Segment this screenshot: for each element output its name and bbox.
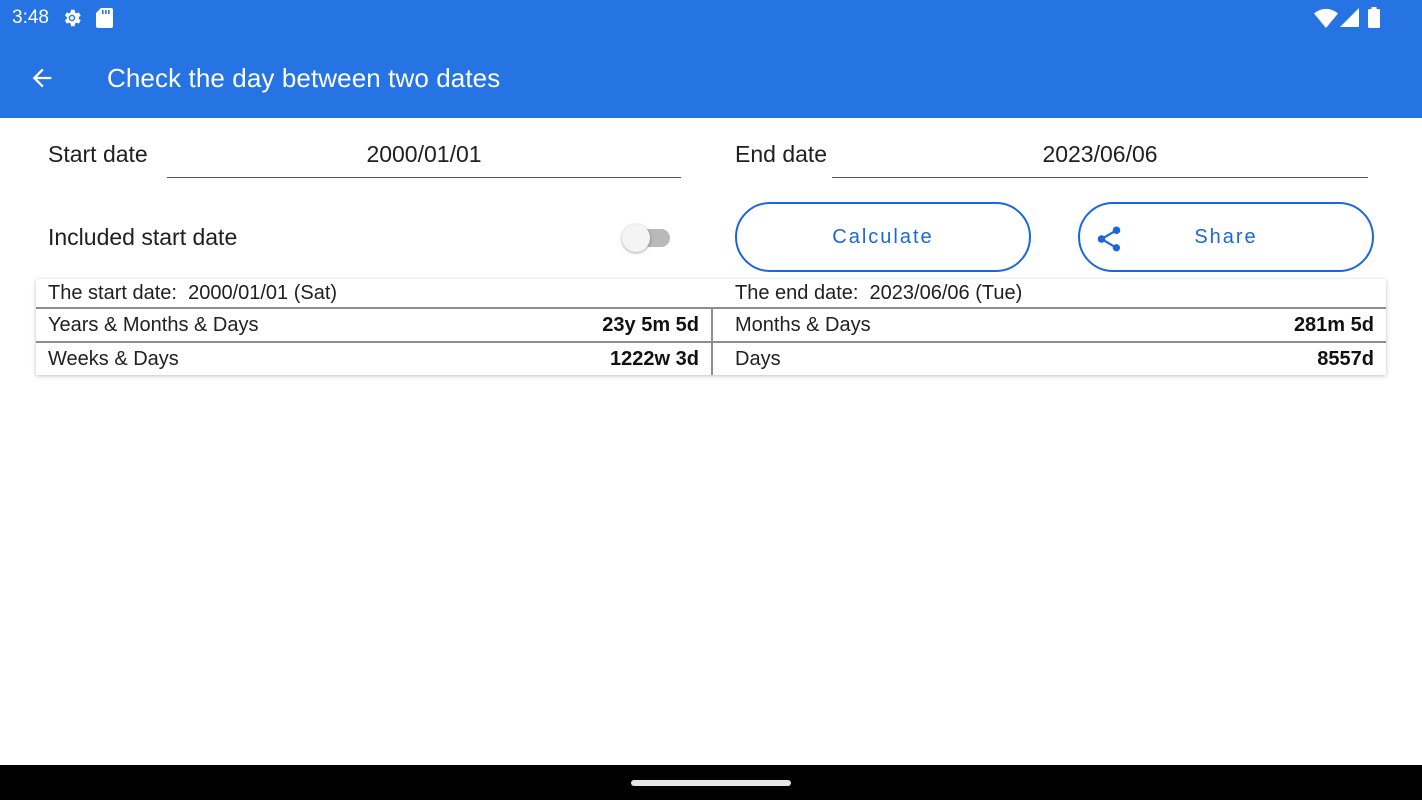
years-months-days-label: Years & Months & Days (48, 314, 259, 336)
navigation-bar (0, 765, 1422, 800)
results-table: The start date: 2000/01/01 (Sat) The end… (36, 279, 1386, 375)
arrow-left-icon (32, 68, 52, 88)
months-days-value: 281m 5d (1293, 314, 1374, 336)
included-start-date-label: Included start date (48, 224, 238, 250)
table-cell: Weeks & Days 1222w 3d (36, 343, 711, 375)
start-date-field[interactable]: 2000/01/01 (167, 136, 681, 178)
home-handle[interactable] (631, 780, 791, 786)
weeks-days-value: 1222w 3d (610, 348, 699, 370)
start-date-summary: The start date: 2000/01/01 (Sat) (48, 282, 338, 304)
results-header-row: The start date: 2000/01/01 (Sat) The end… (36, 279, 1386, 307)
weeks-days-label: Weeks & Days (48, 348, 179, 370)
days-value: 8557d (1317, 348, 1374, 370)
app-bar: Check the day between two dates (0, 36, 1422, 118)
calculate-button[interactable]: Calculate (735, 202, 1031, 272)
status-bar: 3:48 (0, 0, 1422, 36)
battery-icon (1368, 7, 1380, 28)
status-time: 3:48 (12, 7, 49, 28)
settings-gear-icon (64, 9, 81, 27)
start-date-label: Start date (48, 141, 148, 167)
cell-signal-icon (1340, 8, 1359, 27)
share-button-label: Share (1194, 225, 1258, 248)
table-cell: Years & Months & Days 23y 5m 5d (36, 309, 711, 341)
toggle-thumb (622, 224, 650, 252)
months-days-label: Months & Days (735, 314, 871, 336)
table-cell: Days 8557d (711, 343, 1386, 375)
end-date-summary: The end date: 2023/06/06 (Tue) (735, 282, 1023, 304)
days-label: Days (735, 348, 781, 370)
years-months-days-value: 23y 5m 5d (602, 314, 699, 336)
sd-card-icon (96, 8, 113, 28)
table-cell: Months & Days 281m 5d (711, 309, 1386, 341)
calculate-button-label: Calculate (832, 225, 934, 248)
column-divider (711, 307, 713, 375)
end-date-label: End date (735, 141, 828, 167)
included-start-date-toggle[interactable] (622, 223, 672, 253)
share-button[interactable]: Share (1078, 202, 1374, 272)
wifi-icon (1314, 8, 1338, 28)
share-icon (1097, 226, 1121, 252)
end-date-field[interactable]: 2023/06/06 (832, 136, 1368, 178)
page-title: Check the day between two dates (107, 63, 501, 93)
back-button[interactable] (22, 58, 62, 98)
